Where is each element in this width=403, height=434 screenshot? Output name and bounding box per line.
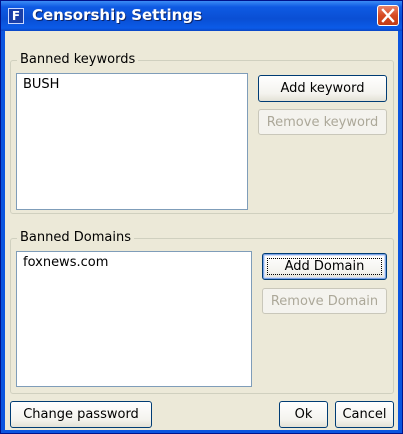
domains-list[interactable]: foxnews.com (16, 251, 252, 387)
remove-keyword-button[interactable]: Remove keyword (258, 109, 387, 135)
remove-domain-label: Remove Domain (270, 293, 379, 309)
cancel-label: Cancel (342, 407, 387, 422)
banned-domains-label: Banned Domains (17, 230, 134, 246)
banned-keywords-group: Banned keywords BUSH Add keyword Remove … (10, 52, 394, 214)
add-domain-button[interactable]: Add Domain (262, 253, 387, 280)
close-icon (381, 8, 395, 23)
list-item[interactable]: BUSH (17, 74, 247, 93)
add-keyword-label: Add keyword (280, 81, 365, 96)
list-item[interactable]: foxnews.com (17, 252, 251, 271)
app-icon: F (8, 8, 24, 24)
add-keyword-button[interactable]: Add keyword (258, 75, 387, 102)
window-title: Censorship Settings (32, 6, 203, 24)
ok-button[interactable]: Ok (279, 401, 328, 428)
dialog-body: Banned keywords BUSH Add keyword Remove … (5, 31, 398, 430)
close-button[interactable] (377, 5, 399, 26)
change-password-button[interactable]: Change password (10, 401, 152, 428)
banned-keywords-label: Banned keywords (17, 52, 139, 68)
ok-label: Ok (294, 407, 313, 422)
change-password-label: Change password (23, 407, 139, 422)
banned-domains-group: Banned Domains foxnews.com Add Domain Re… (10, 230, 394, 394)
remove-keyword-label: Remove keyword (266, 114, 379, 130)
censorship-settings-window: F Censorship Settings Banned keywords BU… (0, 0, 403, 434)
keywords-list[interactable]: BUSH (16, 73, 248, 210)
remove-domain-button[interactable]: Remove Domain (262, 288, 387, 314)
add-domain-label: Add Domain (284, 259, 365, 274)
title-bar[interactable]: F Censorship Settings (1, 1, 402, 31)
cancel-button[interactable]: Cancel (335, 401, 394, 428)
